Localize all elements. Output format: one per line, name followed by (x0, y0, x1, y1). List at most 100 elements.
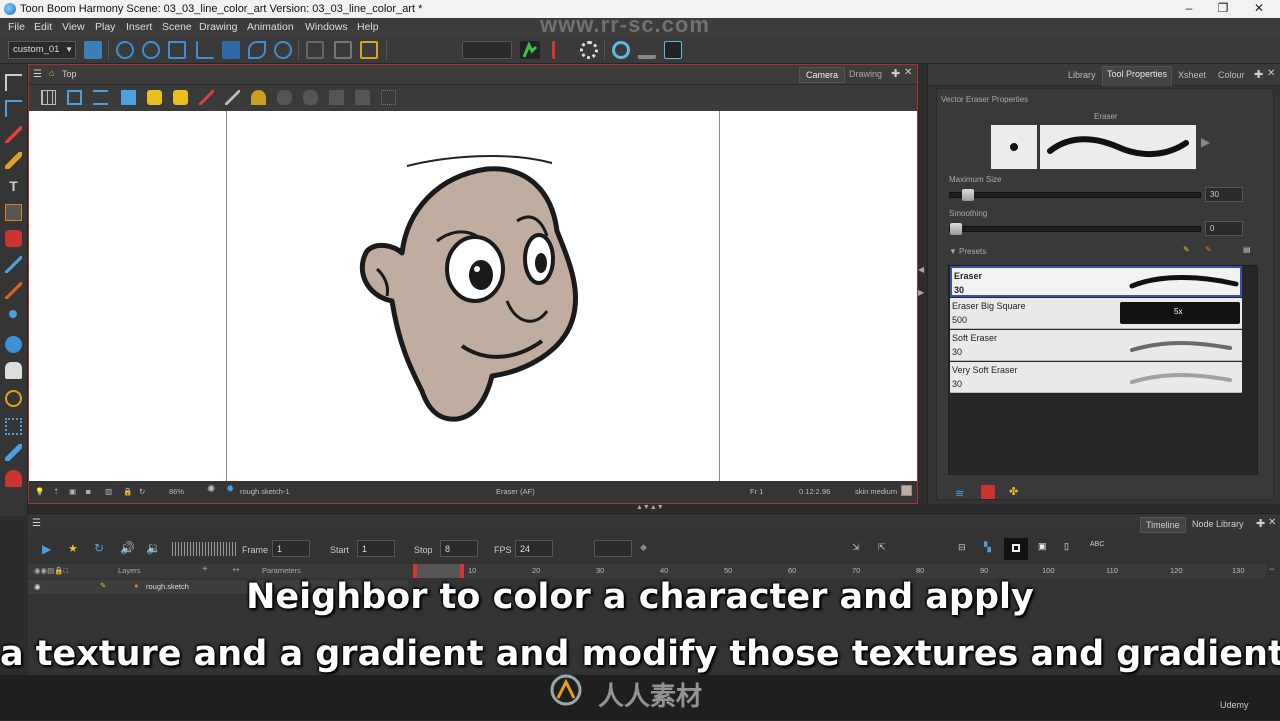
chevron-right-icon[interactable]: ▶ (918, 288, 927, 297)
onion-skin-toggle[interactable] (1004, 538, 1028, 560)
fps-input[interactable]: 24 (515, 540, 553, 557)
stop-input[interactable]: 8 (440, 540, 478, 557)
tab-tool-properties[interactable]: Tool Properties (1102, 66, 1173, 86)
pin-icon[interactable]: ⇡ (53, 487, 59, 496)
current-color-swatch[interactable] (901, 485, 912, 496)
stroke-options-icon[interactable]: ≋ (955, 487, 964, 500)
loop-icon[interactable]: ↻ (94, 541, 104, 555)
light-bulb-icon[interactable]: 💡 (35, 487, 44, 496)
select-tool-icon[interactable] (5, 74, 22, 91)
ik-icon[interactable] (248, 41, 266, 59)
breadcrumb[interactable]: Top (62, 69, 77, 79)
layer-color-dropdown[interactable] (594, 540, 632, 557)
text-tool-icon[interactable]: T (5, 178, 22, 195)
hamburger-icon[interactable]: ☰ (33, 69, 42, 80)
tab-camera[interactable]: Camera (799, 67, 846, 83)
blend-mode-dropdown[interactable] (462, 41, 512, 59)
transform-icon[interactable] (116, 41, 134, 59)
pencil-tool-icon[interactable] (5, 152, 22, 169)
maximize-button[interactable]: ❐ (1206, 0, 1240, 18)
preset-item[interactable]: Very Soft Eraser 30 (950, 362, 1242, 393)
drawing-canvas[interactable] (29, 111, 917, 481)
triangle-down-icon[interactable]: ▼ (949, 247, 957, 256)
status-lock-icon[interactable]: 🔒 (123, 487, 132, 496)
paint-bucket-icon[interactable] (5, 230, 22, 247)
render-icon[interactable] (638, 41, 656, 59)
menu-animation[interactable]: Animation (247, 21, 294, 33)
tab-library[interactable]: Library (1064, 68, 1100, 82)
skew-icon[interactable] (196, 41, 214, 59)
preview-eye-icon[interactable] (612, 41, 630, 59)
stroke-visibility-icon[interactable] (199, 90, 214, 105)
new-preset-icon[interactable]: ✎ (1183, 245, 1190, 254)
line-tool-icon[interactable] (5, 256, 22, 273)
tab-xsheet[interactable]: Xsheet (1174, 68, 1210, 82)
preset-item[interactable]: Eraser Big Square 500 5x (950, 298, 1242, 329)
eraser-tool-icon[interactable] (5, 204, 22, 221)
add-tab-icon[interactable]: ✚ (1256, 517, 1265, 530)
tab-colour[interactable]: Colour (1214, 68, 1249, 82)
field-guide-icon[interactable] (93, 90, 108, 105)
drawing-mode-icon[interactable]: ✺ (207, 484, 215, 495)
menu-help[interactable]: Help (357, 21, 379, 33)
add-layer-icon[interactable]: + (202, 564, 208, 575)
tab-node-library[interactable]: Node Library (1192, 519, 1244, 529)
brush-stroke-preview[interactable] (1040, 125, 1196, 169)
smoothing-slider[interactable] (949, 223, 1201, 235)
hand-icon[interactable] (5, 362, 22, 379)
max-size-slider-handle[interactable] (962, 189, 974, 201)
menu-view[interactable]: View (62, 21, 85, 33)
max-size-input[interactable]: 30 (1205, 187, 1243, 202)
expand-ruler-icon[interactable]: ⇔ (1268, 564, 1276, 573)
sound-scrub-icon[interactable]: 🔉 (146, 541, 161, 555)
pivot-icon[interactable] (274, 41, 292, 59)
hamburger-icon[interactable]: ☰ (32, 518, 41, 529)
home-icon[interactable]: ⌂ (49, 68, 54, 78)
zoom-level[interactable]: 86% (169, 487, 184, 496)
stroke-icon[interactable] (5, 444, 22, 461)
outline-icon[interactable] (381, 90, 396, 105)
menu-file[interactable]: File (8, 21, 25, 33)
menu-windows[interactable]: Windows (305, 21, 348, 33)
stop-marker[interactable] (460, 564, 464, 578)
lock-icon[interactable] (147, 90, 162, 105)
pivot-tool-icon[interactable] (9, 310, 17, 318)
light-icon[interactable] (251, 90, 266, 105)
workspace-dropdown[interactable]: custom_01 ▼ (8, 41, 76, 59)
bone-icon[interactable] (306, 41, 324, 59)
safe-area-icon[interactable] (67, 90, 82, 105)
smoothing-slider-handle[interactable] (950, 223, 962, 235)
close-tab-icon[interactable]: ✕ (1267, 68, 1275, 79)
dropper-icon[interactable] (5, 282, 22, 299)
import-icon[interactable] (121, 90, 136, 105)
sound-icon[interactable]: 🔊 (120, 541, 135, 555)
reset-view-icon[interactable]: ↻ (139, 487, 145, 496)
close-view-icon[interactable]: ✕ (904, 67, 912, 78)
brush-tool-icon[interactable] (5, 126, 22, 143)
frame-icon[interactable]: ▣ (69, 487, 76, 496)
curve-icon[interactable] (334, 41, 352, 59)
keyframe-icon[interactable]: ◆ (640, 542, 647, 553)
tab-timeline[interactable]: Timeline (1140, 517, 1186, 533)
grid-icon[interactable] (41, 90, 56, 105)
render-preview-icon[interactable]: ▥ (105, 487, 112, 496)
play-selection-icon[interactable]: ★ (68, 542, 78, 555)
frame-input[interactable]: 1 (272, 540, 310, 557)
gear-icon[interactable] (580, 41, 598, 59)
add-keyframe-icon[interactable]: ⇲ (852, 542, 860, 553)
menu-play[interactable]: Play (95, 21, 115, 33)
paint-icon[interactable] (5, 470, 22, 487)
highlight-icon[interactable] (303, 90, 318, 105)
menu-insert[interactable]: Insert (126, 21, 152, 33)
unlock-icon[interactable] (173, 90, 188, 105)
camera-icon[interactable]: ◙ (86, 487, 91, 496)
contour-editor-icon[interactable] (5, 100, 22, 117)
menu-scene[interactable]: Scene (162, 21, 192, 33)
shade-icon[interactable] (277, 90, 292, 105)
shadow-icon[interactable] (355, 90, 370, 105)
close-tab-icon[interactable]: ✕ (1268, 517, 1276, 528)
play-icon[interactable]: ▶ (42, 542, 51, 556)
max-size-slider[interactable] (949, 189, 1201, 201)
label-options-icon[interactable]: ABC (1090, 541, 1104, 548)
preset-item[interactable]: Eraser 30 (950, 266, 1242, 297)
